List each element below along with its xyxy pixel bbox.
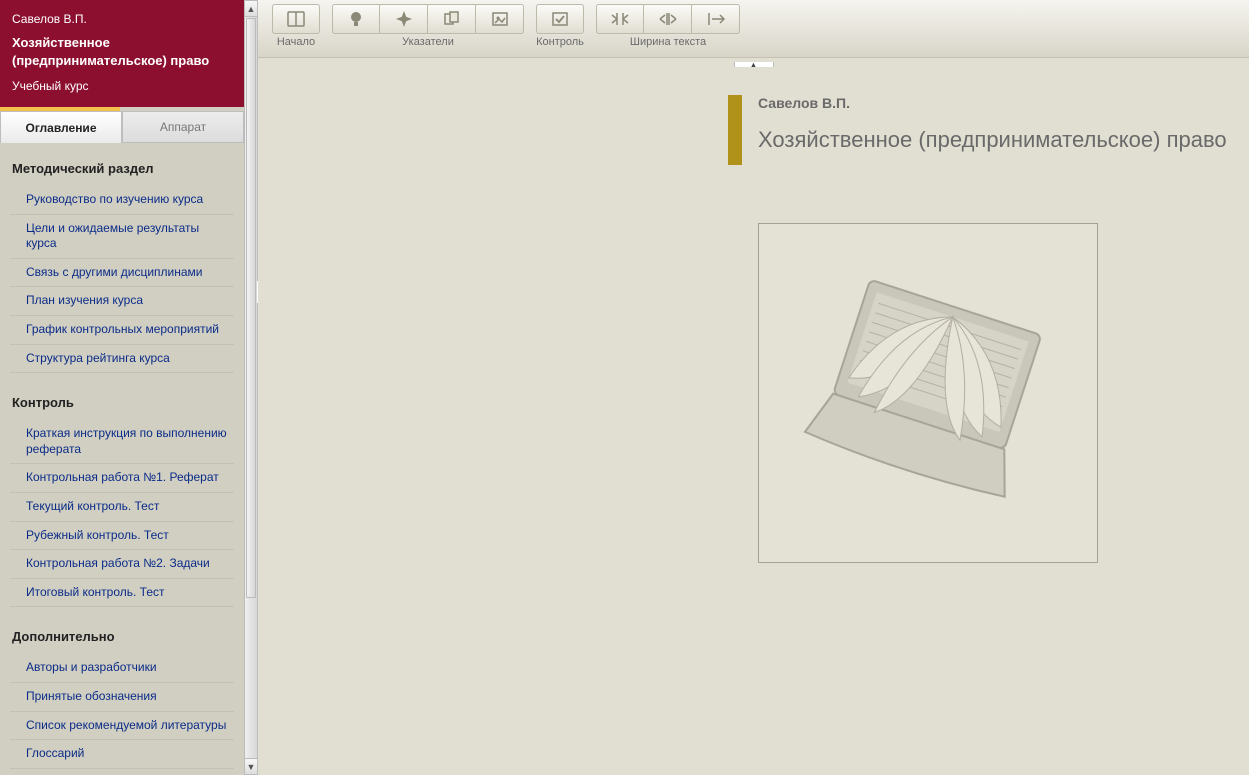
toc-item[interactable]: Цели и ожидаемые результаты курса <box>10 215 234 259</box>
toc-item[interactable]: Краткая инструкция по выполнению реферат… <box>10 420 234 464</box>
index-compass-button[interactable] <box>380 4 428 34</box>
pages-icon <box>443 10 461 28</box>
toolbar-group-control: Контроль <box>536 4 584 48</box>
compass-icon <box>395 10 413 28</box>
toolbar: Начало Указатели <box>258 0 1249 58</box>
toc-item[interactable]: График контрольных мероприятий <box>10 316 234 345</box>
start-button[interactable] <box>272 4 320 34</box>
index-pages-button[interactable] <box>428 4 476 34</box>
index-image-button[interactable] <box>476 4 524 34</box>
toc-item[interactable]: Принятые обозначения <box>10 683 234 712</box>
toc-item[interactable]: Итоговый контроль. Тест <box>10 579 234 608</box>
toc-section: Дополнительно Авторы и разработчикиПринят… <box>10 629 234 775</box>
toolbar-group-textwidth: Ширина текста <box>596 4 740 48</box>
course-subtitle: Учебный курс <box>12 79 232 93</box>
width-medium-button[interactable] <box>644 4 692 34</box>
toc-item[interactable]: Авторы и разработчики <box>10 654 234 683</box>
toc-item[interactable]: Структура рейтинга курса <box>10 345 234 374</box>
toolbar-group-start: Начало <box>272 4 320 48</box>
width-narrow-button[interactable] <box>596 4 644 34</box>
toolbar-collapse: ▲ <box>258 57 1249 67</box>
title-block: Савелов В.П. Хозяйственное (предпринимат… <box>278 95 1229 153</box>
bulb-icon <box>348 10 364 28</box>
app-root: Савелов В.П. Хозяйственное (предпринимат… <box>0 0 1249 775</box>
laptop-book-icon <box>778 243 1078 543</box>
toc-item[interactable]: Список используемых сокращений <box>10 769 234 775</box>
toolbar-label-textwidth: Ширина текста <box>630 36 706 48</box>
toolbar-label-start: Начало <box>277 36 315 48</box>
sidebar-tabs: Оглавление Аппарат <box>0 111 244 143</box>
control-button[interactable] <box>536 4 584 34</box>
main-area: Начало Указатели <box>258 0 1249 775</box>
toc-section: Контроль Краткая инструкция по выполнению… <box>10 395 234 607</box>
index-bulb-button[interactable] <box>332 4 380 34</box>
book-icon <box>286 10 306 28</box>
table-of-contents: Методический раздел Руководство по изучен… <box>0 143 244 775</box>
toc-item[interactable]: Список рекомендуемой литературы <box>10 712 234 741</box>
toc-item[interactable]: Контрольная работа №2. Задачи <box>10 550 234 579</box>
checklist-icon <box>551 10 569 28</box>
content-author: Савелов В.П. <box>758 95 1229 111</box>
width-narrow-icon <box>610 11 630 27</box>
toc-item[interactable]: Рубежный контроль. Тест <box>10 522 234 551</box>
toc-item[interactable]: Текущий контроль. Тест <box>10 493 234 522</box>
toc-item[interactable]: План изучения курса <box>10 287 234 316</box>
scroll-thumb[interactable] <box>246 18 256 598</box>
toc-section-title: Дополнительно <box>10 629 234 644</box>
content-title: Хозяйственное (предпринимательское) прав… <box>758 127 1229 153</box>
width-wide-button[interactable] <box>692 4 740 34</box>
content-area: Савелов В.П. Хозяйственное (предпринимат… <box>258 67 1249 775</box>
toc-section-title: Методический раздел <box>10 161 234 176</box>
toc-item[interactable]: Руководство по изучению курса <box>10 186 234 215</box>
toc-item[interactable]: Глоссарий <box>10 740 234 769</box>
course-title: Хозяйственное (предпринимательское) прав… <box>12 34 232 69</box>
cover-illustration <box>758 223 1098 563</box>
width-wide-icon <box>706 11 726 27</box>
toolbar-label-control: Контроль <box>536 36 584 48</box>
tab-toc[interactable]: Оглавление <box>0 111 122 143</box>
scroll-down-icon[interactable]: ▼ <box>245 758 257 774</box>
toc-item[interactable]: Связь с другими дисциплинами <box>10 259 234 288</box>
toolbar-group-indexes: Указатели <box>332 4 524 48</box>
toc-section-title: Контроль <box>10 395 234 410</box>
toc-item[interactable]: Контрольная работа №1. Реферат <box>10 464 234 493</box>
image-icon <box>491 10 509 28</box>
sidebar-scrollbar[interactable]: ▲ ▼ <box>244 0 258 775</box>
course-author: Савелов В.П. <box>12 12 232 26</box>
title-accent-bar <box>728 95 742 165</box>
scroll-up-icon[interactable]: ▲ <box>245 1 257 17</box>
sidebar-header: Савелов В.П. Хозяйственное (предпринимат… <box>0 0 244 107</box>
sidebar: Савелов В.П. Хозяйственное (предпринимат… <box>0 0 244 775</box>
toolbar-label-indexes: Указатели <box>402 36 454 48</box>
tab-apparatus[interactable]: Аппарат <box>122 111 244 143</box>
toc-section: Методический раздел Руководство по изучен… <box>10 161 234 373</box>
width-medium-icon <box>658 11 678 27</box>
